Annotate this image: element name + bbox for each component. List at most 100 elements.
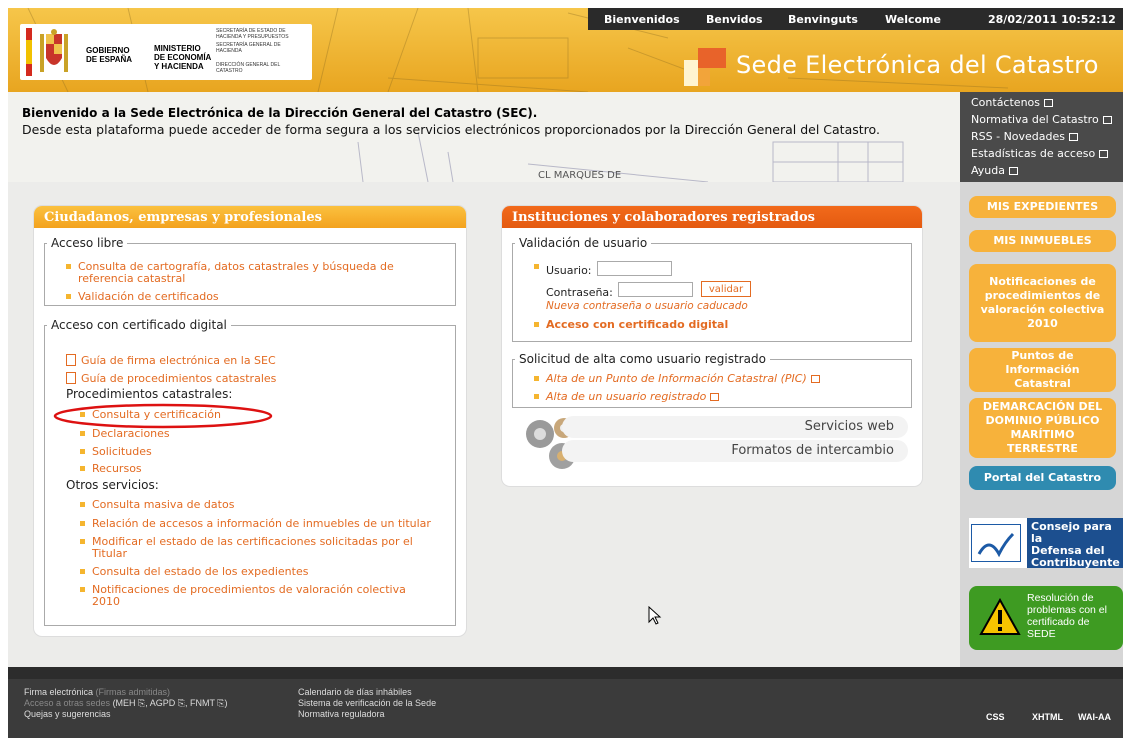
resolucion-problemas-button[interactable]: Resolución de problemas con el certifica… (969, 586, 1123, 650)
lang-benvinguts[interactable]: Benvinguts (788, 13, 858, 26)
footer-firma-label: Firma electrónica (24, 687, 94, 697)
external-link-icon (1044, 99, 1053, 107)
link-consulta-cartografia-cont[interactable]: referencia catastral (78, 272, 185, 285)
link-relacion-accesos-label: Relación de accesos a información de inm… (92, 517, 431, 530)
formatos-bar[interactable]: Formatos de intercambio (562, 440, 908, 462)
map-street-label: CL MARQUES DE (538, 170, 621, 181)
gobierno-line2: DE ESPAÑA (86, 55, 133, 64)
main-content: Ciudadanos, empresas y profesionales Acc… (8, 182, 960, 667)
wai-aa-badge-icon[interactable]: WAI-AA (1078, 712, 1111, 722)
direccion-general: DIRECCIÓN GENERAL DEL CATASTRO (216, 62, 281, 74)
link-consulta-certificacion[interactable]: Consulta y certificación (80, 408, 221, 421)
portal-catastro-button[interactable]: Portal del Catastro (969, 466, 1116, 490)
lang-bienvenidos[interactable]: Bienvenidos (604, 13, 680, 26)
bullet-icon (66, 294, 71, 299)
site-title: Sede Electrónica del Catastro (736, 51, 1099, 79)
document-icon (66, 354, 76, 366)
contrasena-input[interactable] (618, 282, 693, 297)
link-ayuda[interactable]: Ayuda (971, 162, 1112, 179)
mis-inmuebles-button[interactable]: MIS INMUEBLES (969, 230, 1116, 252)
footer-calendario[interactable]: Calendario de días inhábiles (298, 687, 412, 698)
resolucion-line1: Resolución de (1027, 592, 1094, 604)
ciudadanos-title: Ciudadanos, empresas y profesionales (34, 206, 466, 228)
formatos-label: Formatos de intercambio (731, 443, 894, 458)
bullet-icon (534, 264, 539, 269)
footer-firma[interactable]: Firma electrónica (Firmas admitidas) (24, 687, 170, 698)
notificaciones-button[interactable]: Notificaciones de procedimientos de valo… (969, 264, 1116, 342)
link-normativa-label: Normativa del Catastro (971, 113, 1099, 126)
link-acceso-certificado[interactable]: Acceso con certificado digital (534, 318, 728, 331)
servicios-web-label: Servicios web (804, 419, 894, 434)
servicios-web-bar[interactable]: Servicios web (562, 416, 908, 438)
otros-servicios-label: Otros servicios: (66, 478, 159, 492)
link-notificaciones[interactable]: Notificaciones de procedimientos de valo… (80, 583, 406, 596)
instituciones-title: Instituciones y colaboradores registrado… (502, 206, 922, 228)
resolucion-line2: problemas con el (1027, 604, 1107, 616)
link-notificaciones-cont[interactable]: 2010 (92, 595, 120, 608)
right-sidebar: MIS EXPEDIENTES MIS INMUEBLES Notificaci… (960, 182, 1123, 667)
bullet-icon (80, 502, 85, 507)
lang-welcome[interactable]: Welcome (885, 13, 941, 26)
bullet-icon (80, 587, 85, 592)
footer-quejas[interactable]: Quejas y sugerencias (24, 709, 111, 720)
right-links-panel: Contáctenos Normativa del Catastro RSS -… (960, 92, 1123, 182)
puntos-informacion-button[interactable]: Puntos de Información Catastral (969, 348, 1116, 392)
consejo-banner[interactable]: Consejo para la Defensa del Contribuyent… (969, 518, 1123, 569)
external-link-icon (1102, 116, 1112, 124)
government-logo[interactable]: GOBIERNO DE ESPAÑA MINISTERIO DE ECONOMÍ… (20, 24, 312, 80)
demarcacion-button[interactable]: DEMARCACIÓN DEL DOMINIO PÚBLICO MARÍTIMO… (969, 398, 1116, 458)
acceso-libre-legend: Acceso libre (51, 236, 124, 250)
link-validacion-certificados[interactable]: Validación de certificados (66, 290, 219, 303)
link-declaraciones[interactable]: Declaraciones (80, 427, 170, 440)
link-caducado[interactable]: Nueva contraseña o usuario caducado (546, 300, 748, 312)
css-badge-icon[interactable]: CSS (986, 712, 1005, 722)
link-rss-label: RSS - Novedades (971, 130, 1066, 143)
mis-expedientes-button[interactable]: MIS EXPEDIENTES (969, 196, 1116, 218)
puntos-line1: Puntos de Información (1005, 349, 1080, 376)
mouse-cursor-icon (648, 606, 662, 625)
language-nav: Bienvenidos Benvidos Benvinguts Welcome … (588, 8, 1123, 30)
footer-otras-sedes[interactable]: Acceso a otras sedes (MEH ⎘, AGPD ⎘, FNM… (24, 698, 228, 709)
link-rss[interactable]: RSS - Novedades (971, 128, 1112, 145)
link-guia-procedimientos-label: Guía de procedimientos catastrales (81, 372, 277, 385)
welcome-title: Bienvenido a la Sede Electrónica de la D… (22, 106, 538, 120)
ministry-line1: MINISTERIO (154, 44, 201, 53)
xhtml-badge-icon[interactable]: XHTML (1032, 712, 1063, 722)
link-alta-pic[interactable]: Alta de un Punto de Información Catastra… (534, 372, 820, 385)
demarcacion-line2: DOMINIO PÚBLICO (985, 414, 1100, 427)
link-estadisticas[interactable]: Estadísticas de acceso (971, 145, 1112, 162)
link-estadisticas-label: Estadísticas de acceso (971, 147, 1096, 160)
bullet-icon (534, 376, 539, 381)
link-solicitudes[interactable]: Solicitudes (80, 445, 152, 458)
link-contactenos[interactable]: Contáctenos (971, 94, 1112, 111)
bullet-icon (66, 264, 71, 269)
footer-otras-sedes-label: Acceso a otras sedes (24, 698, 111, 708)
footer-normativa[interactable]: Normativa reguladora (298, 709, 385, 720)
link-alta-usuario[interactable]: Alta de un usuario registrado (534, 390, 720, 403)
footer-firma-extra: (Firmas admitidas) (95, 687, 171, 697)
link-relacion-accesos[interactable]: Relación de accesos a información de inm… (80, 517, 431, 530)
bullet-icon (80, 539, 85, 544)
bullet-icon (80, 569, 85, 574)
link-consulta-masiva[interactable]: Consulta masiva de datos (80, 498, 234, 511)
link-declaraciones-label: Declaraciones (92, 427, 170, 440)
link-consulta-masiva-label: Consulta masiva de datos (92, 498, 235, 511)
lang-benvidos[interactable]: Benvidos (706, 13, 763, 26)
footer-verificacion[interactable]: Sistema de verificación de la Sede (298, 698, 436, 709)
link-guia-firma[interactable]: Guía de firma electrónica en la SEC (66, 352, 276, 367)
link-recursos[interactable]: Recursos (80, 462, 142, 475)
page: GOBIERNO DE ESPAÑA MINISTERIO DE ECONOMÍ… (8, 0, 1123, 738)
link-modificar-estado[interactable]: Modificar el estado de las certificacion… (80, 535, 413, 548)
link-modificar-estado-cont[interactable]: Titular (92, 547, 127, 560)
link-modificar-estado-label: Modificar el estado de las certificacion… (92, 535, 413, 548)
link-normativa[interactable]: Normativa del Catastro (971, 111, 1112, 128)
validar-button[interactable]: validar (701, 281, 751, 297)
bullet-icon (80, 412, 85, 417)
warning-icon (979, 598, 1021, 635)
usuario-input[interactable] (597, 261, 672, 276)
document-icon (66, 372, 76, 384)
link-guia-procedimientos[interactable]: Guía de procedimientos catastrales (66, 370, 276, 385)
external-link-icon (1008, 167, 1018, 175)
puntos-line2: Catastral (1014, 377, 1071, 390)
link-consulta-expedientes[interactable]: Consulta del estado de los expedientes (80, 565, 308, 578)
